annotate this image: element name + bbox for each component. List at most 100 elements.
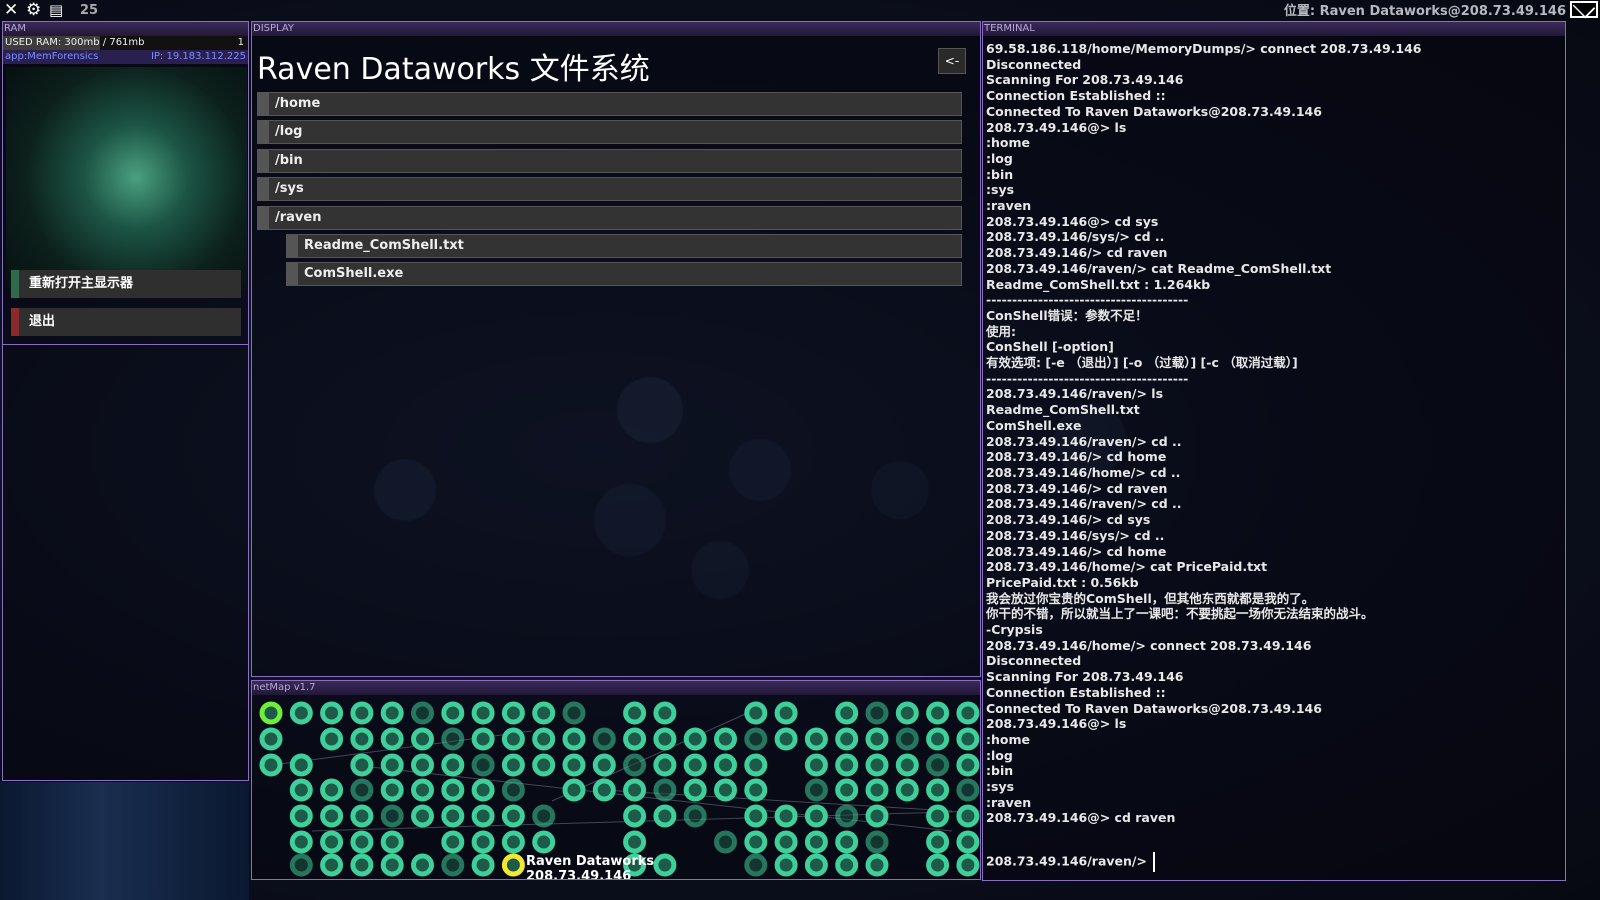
network-node[interactable] — [926, 753, 950, 777]
folder-bin[interactable]: /bin — [257, 149, 962, 173]
network-node[interactable] — [380, 853, 404, 877]
network-node[interactable] — [683, 804, 707, 828]
network-node[interactable] — [350, 853, 374, 877]
network-node[interactable] — [744, 727, 768, 751]
network-node[interactable] — [653, 804, 677, 828]
network-node[interactable] — [471, 727, 495, 751]
folder-raven[interactable]: /raven — [257, 206, 962, 230]
network-node[interactable] — [653, 778, 677, 802]
network-node[interactable] — [501, 727, 525, 751]
network-node[interactable] — [320, 701, 344, 725]
network-node[interactable] — [259, 727, 283, 751]
network-node[interactable] — [320, 830, 344, 854]
network-node[interactable] — [471, 830, 495, 854]
network-node[interactable] — [289, 853, 313, 877]
terminal-input[interactable]: 208.73.49.146/raven/> — [986, 852, 1155, 872]
network-node[interactable] — [471, 701, 495, 725]
network-node[interactable] — [501, 753, 525, 777]
network-node[interactable] — [895, 727, 919, 751]
network-node[interactable] — [926, 804, 950, 828]
network-node[interactable] — [744, 853, 768, 877]
network-node[interactable] — [350, 830, 374, 854]
floppy-icon[interactable]: ▤ — [49, 0, 63, 20]
network-node[interactable] — [835, 727, 859, 751]
network-node[interactable] — [380, 701, 404, 725]
network-node[interactable] — [865, 727, 889, 751]
network-node[interactable] — [350, 778, 374, 802]
network-node[interactable] — [471, 853, 495, 877]
network-node[interactable] — [441, 804, 465, 828]
network-node[interactable] — [774, 830, 798, 854]
network-node[interactable] — [714, 778, 737, 802]
network-node[interactable] — [501, 778, 525, 802]
network-node[interactable] — [835, 778, 859, 802]
network-node[interactable] — [471, 753, 495, 777]
network-node[interactable] — [562, 727, 586, 751]
network-node[interactable] — [804, 804, 828, 828]
network-node[interactable] — [744, 830, 768, 854]
network-node[interactable] — [926, 727, 950, 751]
network-node[interactable] — [835, 804, 859, 828]
network-node[interactable] — [289, 804, 313, 828]
selected-node[interactable] — [501, 853, 525, 877]
network-node[interactable] — [804, 830, 828, 854]
network-node[interactable] — [683, 778, 707, 802]
network-node[interactable] — [532, 727, 556, 751]
network-node[interactable] — [926, 830, 950, 854]
home-node[interactable] — [259, 701, 283, 725]
network-node[interactable] — [411, 853, 434, 877]
network-node[interactable] — [501, 830, 525, 854]
network-node[interactable] — [804, 853, 828, 877]
network-node[interactable] — [623, 727, 647, 751]
network-node[interactable] — [653, 753, 677, 777]
file-comshell-exe[interactable]: ComShell.exe — [286, 262, 962, 286]
network-node[interactable] — [320, 727, 344, 751]
network-node[interactable] — [623, 830, 647, 854]
network-node[interactable] — [714, 753, 737, 777]
network-node[interactable] — [471, 778, 495, 802]
envelope-icon[interactable] — [1570, 1, 1598, 18]
folder-home[interactable]: /home — [257, 92, 962, 116]
network-node[interactable] — [895, 701, 919, 725]
network-node[interactable] — [562, 753, 586, 777]
network-node[interactable] — [865, 853, 889, 877]
network-node[interactable] — [289, 778, 313, 802]
network-node[interactable] — [592, 778, 616, 802]
network-node[interactable] — [804, 753, 828, 777]
network-node[interactable] — [532, 830, 556, 854]
network-node[interactable] — [895, 778, 919, 802]
network-node[interactable] — [865, 804, 889, 828]
network-node[interactable] — [835, 830, 859, 854]
network-node[interactable] — [441, 778, 465, 802]
folder-sys[interactable]: /sys — [257, 177, 962, 201]
network-node[interactable] — [956, 778, 980, 802]
network-node[interactable] — [471, 804, 495, 828]
network-node[interactable] — [350, 753, 374, 777]
network-node[interactable] — [501, 804, 525, 828]
network-node[interactable] — [289, 701, 313, 725]
gear-icon[interactable]: ⚙ — [26, 0, 41, 20]
network-node[interactable] — [683, 727, 707, 751]
network-node[interactable] — [350, 804, 374, 828]
network-node[interactable] — [411, 804, 434, 828]
network-node[interactable] — [956, 753, 980, 777]
network-node[interactable] — [320, 853, 344, 877]
network-node[interactable] — [956, 853, 980, 877]
network-node[interactable] — [441, 830, 465, 854]
back-button[interactable]: <- — [938, 48, 966, 74]
app-row[interactable]: app:MemForensics IP: 19.183.112.225 — [3, 50, 248, 64]
network-node[interactable] — [623, 804, 647, 828]
network-node[interactable] — [956, 804, 980, 828]
network-node[interactable] — [350, 701, 374, 725]
network-node[interactable] — [532, 753, 556, 777]
network-node[interactable] — [865, 778, 889, 802]
network-node[interactable] — [714, 830, 737, 854]
close-icon[interactable]: ✕ — [4, 0, 18, 20]
network-node[interactable] — [532, 804, 556, 828]
network-node[interactable] — [804, 778, 828, 802]
network-node[interactable] — [895, 753, 919, 777]
network-node[interactable] — [562, 701, 586, 725]
network-node[interactable] — [441, 753, 465, 777]
network-node[interactable] — [411, 753, 434, 777]
network-node[interactable] — [411, 701, 434, 725]
